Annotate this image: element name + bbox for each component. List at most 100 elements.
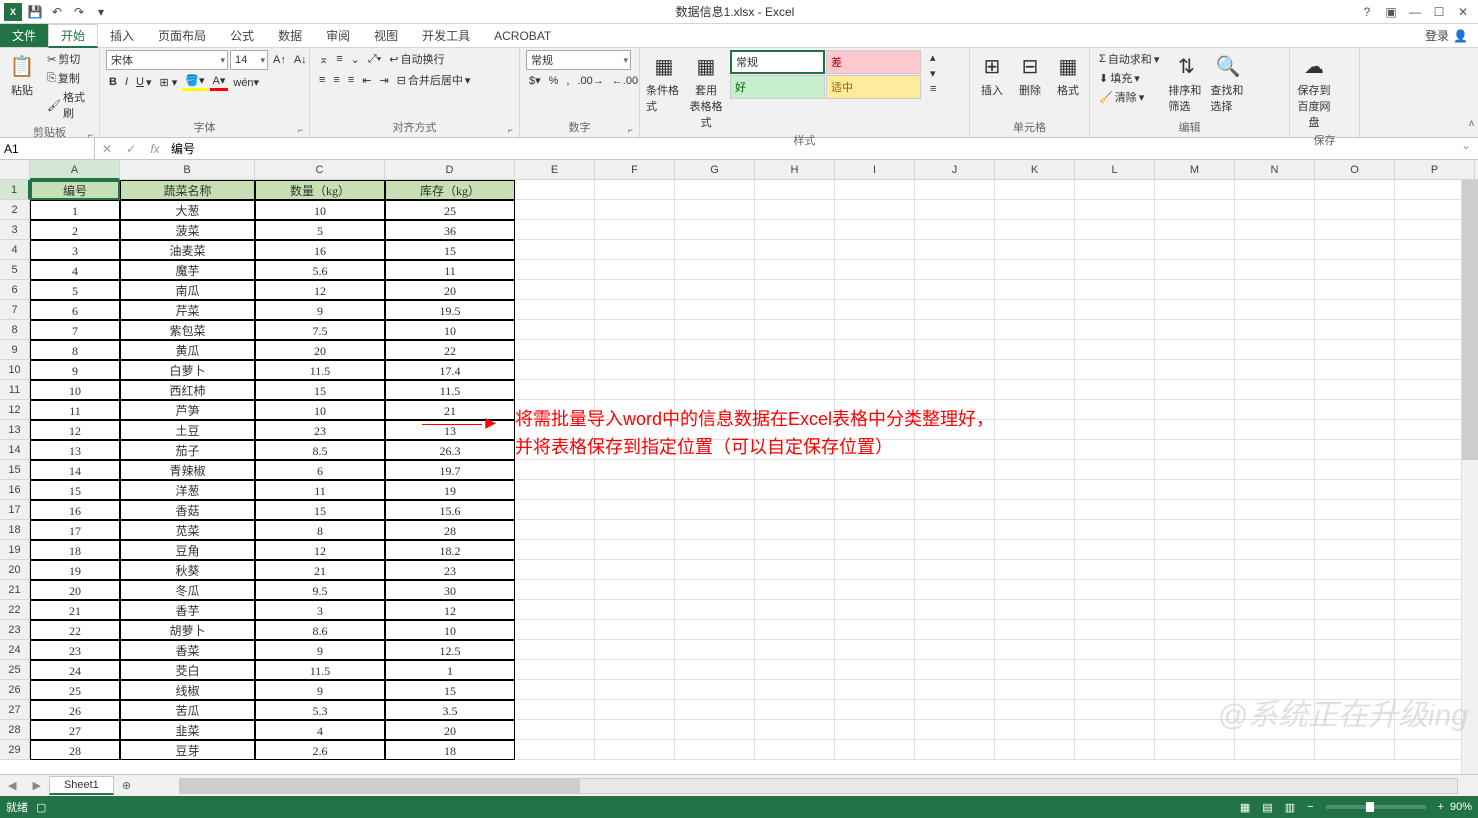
- cell-I8[interactable]: [835, 320, 915, 340]
- cell-B8[interactable]: 紫包菜: [120, 320, 255, 340]
- cell-G22[interactable]: [675, 600, 755, 620]
- cell-L24[interactable]: [1075, 640, 1155, 660]
- cell-I13[interactable]: [835, 420, 915, 440]
- ribbon-options-icon[interactable]: ▣: [1380, 3, 1402, 21]
- cell-M22[interactable]: [1155, 600, 1235, 620]
- cell-C23[interactable]: 8.6: [255, 620, 385, 640]
- cell-G2[interactable]: [675, 200, 755, 220]
- view-normal-icon[interactable]: ▦: [1234, 801, 1256, 814]
- format-painter-button[interactable]: 🖌 格式刷: [44, 88, 93, 122]
- cell-B14[interactable]: 茄子: [120, 440, 255, 460]
- row-header-2[interactable]: 2: [0, 200, 30, 220]
- cell-E25[interactable]: [515, 660, 595, 680]
- cell-F29[interactable]: [595, 740, 675, 760]
- cell-H7[interactable]: [755, 300, 835, 320]
- cell-E11[interactable]: [515, 380, 595, 400]
- cell-E3[interactable]: [515, 220, 595, 240]
- cell-E20[interactable]: [515, 560, 595, 580]
- cell-L15[interactable]: [1075, 460, 1155, 480]
- cell-F2[interactable]: [595, 200, 675, 220]
- close-icon[interactable]: ✕: [1452, 3, 1474, 21]
- cell-M21[interactable]: [1155, 580, 1235, 600]
- cell-C22[interactable]: 3: [255, 600, 385, 620]
- cell-F26[interactable]: [595, 680, 675, 700]
- cell-J2[interactable]: [915, 200, 995, 220]
- increase-font-icon[interactable]: A↑: [270, 53, 289, 67]
- cell-J18[interactable]: [915, 520, 995, 540]
- cell-B19[interactable]: 豆角: [120, 540, 255, 560]
- row-header-29[interactable]: 29: [0, 740, 30, 760]
- cell-N29[interactable]: [1235, 740, 1315, 760]
- cell-K17[interactable]: [995, 500, 1075, 520]
- col-header-F[interactable]: F: [595, 160, 675, 180]
- cell-M16[interactable]: [1155, 480, 1235, 500]
- align-left-icon[interactable]: ≡: [316, 73, 328, 87]
- cell-F12[interactable]: [595, 400, 675, 420]
- row-header-5[interactable]: 5: [0, 260, 30, 280]
- cell-N9[interactable]: [1235, 340, 1315, 360]
- cell-H25[interactable]: [755, 660, 835, 680]
- cell-D21[interactable]: 30: [385, 580, 515, 600]
- cell-D20[interactable]: 23: [385, 560, 515, 580]
- cell-H22[interactable]: [755, 600, 835, 620]
- cell-I2[interactable]: [835, 200, 915, 220]
- cell-C4[interactable]: 16: [255, 240, 385, 260]
- style-bad[interactable]: 差: [826, 50, 921, 74]
- expand-formula-icon[interactable]: ⌄: [1454, 138, 1478, 159]
- cell-B24[interactable]: 香菜: [120, 640, 255, 660]
- cell-K8[interactable]: [995, 320, 1075, 340]
- cell-D14[interactable]: 26.3: [385, 440, 515, 460]
- cell-D11[interactable]: 11.5: [385, 380, 515, 400]
- cell-B16[interactable]: 洋葱: [120, 480, 255, 500]
- cell-G28[interactable]: [675, 720, 755, 740]
- col-header-P[interactable]: P: [1395, 160, 1475, 180]
- cell-B26[interactable]: 线椒: [120, 680, 255, 700]
- cell-N27[interactable]: [1235, 700, 1315, 720]
- cell-J10[interactable]: [915, 360, 995, 380]
- row-header-16[interactable]: 16: [0, 480, 30, 500]
- cell-M17[interactable]: [1155, 500, 1235, 520]
- cell-H20[interactable]: [755, 560, 835, 580]
- cell-K29[interactable]: [995, 740, 1075, 760]
- align-top-icon[interactable]: ⌅: [316, 52, 331, 67]
- font-size-combo[interactable]: 14: [230, 50, 268, 70]
- cell-H12[interactable]: [755, 400, 835, 420]
- cell-B2[interactable]: 大葱: [120, 200, 255, 220]
- cell-J5[interactable]: [915, 260, 995, 280]
- cell-E12[interactable]: [515, 400, 595, 420]
- cell-B25[interactable]: 茭白: [120, 660, 255, 680]
- cell-D9[interactable]: 22: [385, 340, 515, 360]
- cell-O18[interactable]: [1315, 520, 1395, 540]
- cell-K18[interactable]: [995, 520, 1075, 540]
- cell-D27[interactable]: 3.5: [385, 700, 515, 720]
- cell-K23[interactable]: [995, 620, 1075, 640]
- cell-E7[interactable]: [515, 300, 595, 320]
- style-good[interactable]: 好: [730, 75, 825, 99]
- cell-H24[interactable]: [755, 640, 835, 660]
- cell-C24[interactable]: 9: [255, 640, 385, 660]
- zoom-slider[interactable]: [1326, 805, 1426, 809]
- cell-B21[interactable]: 冬瓜: [120, 580, 255, 600]
- tab-file[interactable]: 文件: [0, 24, 48, 47]
- cell-F14[interactable]: [595, 440, 675, 460]
- cell-D19[interactable]: 18.2: [385, 540, 515, 560]
- cell-O16[interactable]: [1315, 480, 1395, 500]
- align-middle-icon[interactable]: ≡: [333, 52, 345, 66]
- cell-I26[interactable]: [835, 680, 915, 700]
- cell-J15[interactable]: [915, 460, 995, 480]
- cell-I17[interactable]: [835, 500, 915, 520]
- cell-C26[interactable]: 9: [255, 680, 385, 700]
- cell-E4[interactable]: [515, 240, 595, 260]
- cell-C5[interactable]: 5.6: [255, 260, 385, 280]
- cell-K3[interactable]: [995, 220, 1075, 240]
- cell-H29[interactable]: [755, 740, 835, 760]
- cell-L8[interactable]: [1075, 320, 1155, 340]
- style-scroll-down[interactable]: ▾: [927, 66, 939, 81]
- view-layout-icon[interactable]: ▤: [1256, 801, 1278, 814]
- cell-O5[interactable]: [1315, 260, 1395, 280]
- cell-C25[interactable]: 11.5: [255, 660, 385, 680]
- cell-F3[interactable]: [595, 220, 675, 240]
- cell-H18[interactable]: [755, 520, 835, 540]
- cell-O14[interactable]: [1315, 440, 1395, 460]
- tab-formulas[interactable]: 公式: [218, 24, 266, 47]
